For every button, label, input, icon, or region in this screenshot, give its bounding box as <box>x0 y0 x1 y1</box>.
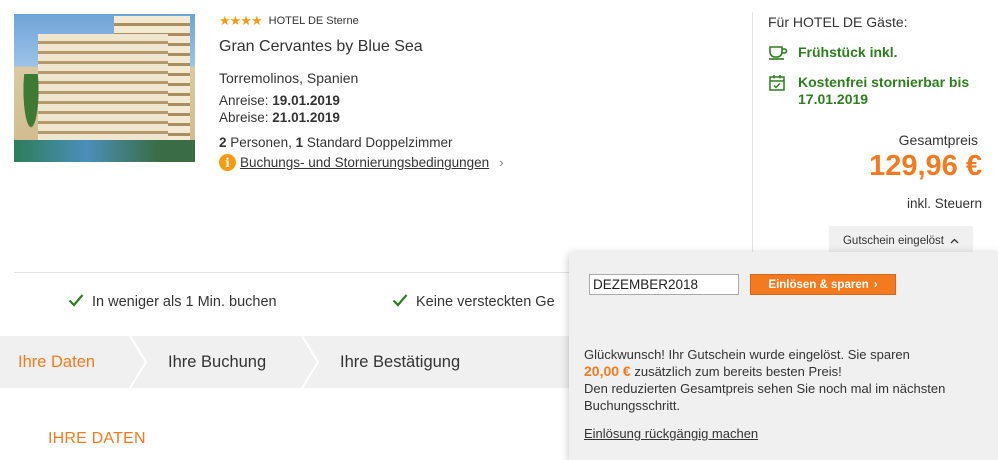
guest-title: Für HOTEL DE Gäste: <box>768 14 908 30</box>
room-type: Standard Doppelzimmer <box>306 135 453 150</box>
guest-perks-panel: Für HOTEL DE Gäste: Frühstück inkl. Kost… <box>768 14 988 211</box>
step-label: Ihre Daten <box>18 352 96 371</box>
step-label: Ihre Bestätigung <box>340 352 461 371</box>
perk-breakfast-label: Frühstück inkl. <box>798 44 898 60</box>
pool-graphic <box>14 140 195 162</box>
perk-cancellation-label: Kostenfrei stornierbar bis 17.01.2019 <box>798 74 970 107</box>
hotel-rating: ★★★★ HOTEL DE Sterne <box>219 13 504 29</box>
rating-label: HOTEL DE Sterne <box>268 15 359 27</box>
total-price: 129,96 € <box>869 150 982 182</box>
section-title: IHRE DATEN <box>48 430 146 447</box>
checkmark-icon <box>68 292 84 312</box>
savings-amount: 20,00 € <box>584 363 631 379</box>
benefit-label: In weniger als 1 Min. buchen <box>92 294 277 310</box>
step-separator-icon <box>301 336 320 388</box>
departure-date: 21.01.2019 <box>272 110 340 125</box>
benefit-fast-booking: In weniger als 1 Min. buchen <box>68 292 277 312</box>
occupancy: 2 Personen, 1 Standard Doppelzimmer <box>219 135 504 150</box>
perk-cancellation: Kostenfrei stornierbar bis 17.01.2019 <box>768 74 988 108</box>
redeem-button-label: Einlösen & sparen <box>768 278 869 291</box>
chevron-right-icon: › <box>873 278 878 291</box>
conditions-link[interactable]: Buchungs- und Stornierungsbedingungen <box>240 155 489 170</box>
hotel-location: Torremolinos, Spanien <box>219 70 359 86</box>
step-separator-icon <box>129 336 148 388</box>
star-icons: ★★★★ <box>219 13 263 28</box>
voucher-success-message: Glückwunsch! Ihr Gutschein wurde eingelö… <box>584 346 984 414</box>
departure-row: Abreise: 21.01.2019 <box>219 109 504 126</box>
stay-dates: Anreise: 19.01.2019 Abreise: 21.01.2019 <box>219 92 504 126</box>
horizontal-divider <box>14 272 574 273</box>
tax-note: inkl. Steuern <box>906 196 982 211</box>
redeem-voucher-button[interactable]: Einlösen & sparen › <box>750 274 896 295</box>
departure-label: Abreise: <box>219 110 269 125</box>
undo-voucher-link[interactable]: Einlösung rückgängig machen <box>584 426 758 441</box>
step-your-data[interactable]: Ihre Daten <box>18 336 95 388</box>
conditions-row[interactable]: i Buchungs- und Stornierungsbedingungen … <box>219 154 504 171</box>
hotel-info: ★★★★ HOTEL DE Sterne Gran Cervantes by B… <box>219 13 504 171</box>
step-confirmation[interactable]: Ihre Bestätigung <box>340 336 460 388</box>
coffee-cup-icon <box>768 44 788 64</box>
hotel-name: Gran Cervantes by Blue Sea <box>219 38 423 55</box>
hotel-building-graphic <box>38 34 168 149</box>
chevron-right-icon: › <box>499 155 504 170</box>
success-line-2: 20,00 € zusätzlich zum bereits besten Pr… <box>584 363 984 380</box>
persons-count: 2 <box>219 135 227 150</box>
success-line-2-text: zusätzlich zum bereits besten Preis! <box>634 364 842 379</box>
benefit-no-hidden-fees: Keine versteckten Ge <box>392 292 555 312</box>
perk-breakfast: Frühstück inkl. <box>768 44 988 64</box>
vertical-divider <box>752 12 753 252</box>
voucher-popup: Einlösen & sparen › Glückwunsch! Ihr Gut… <box>569 252 998 460</box>
benefit-label: Keine versteckten Ge <box>416 294 555 310</box>
hotel-photo[interactable] <box>14 14 195 162</box>
arrival-date: 19.01.2019 <box>272 93 340 108</box>
arrival-label: Anreise: <box>219 93 269 108</box>
calendar-check-icon <box>768 74 788 96</box>
persons-text: Personen, <box>230 135 292 150</box>
success-line-1: Glückwunsch! Ihr Gutschein wurde eingelö… <box>584 347 910 362</box>
voucher-toggle-label: Gutschein eingelöst <box>842 235 944 247</box>
checkmark-icon <box>392 292 408 312</box>
voucher-code-input[interactable] <box>589 274 739 295</box>
step-your-booking[interactable]: Ihre Buchung <box>168 336 266 388</box>
total-price-label: Gesamtpreis <box>898 132 978 148</box>
info-icon: i <box>219 154 236 171</box>
arrival-row: Anreise: 19.01.2019 <box>219 92 504 109</box>
rooms-count: 1 <box>295 135 304 150</box>
step-label: Ihre Buchung <box>168 352 267 371</box>
success-line-3: Den reduzierten Gesamtpreis sehen Sie no… <box>584 381 946 413</box>
